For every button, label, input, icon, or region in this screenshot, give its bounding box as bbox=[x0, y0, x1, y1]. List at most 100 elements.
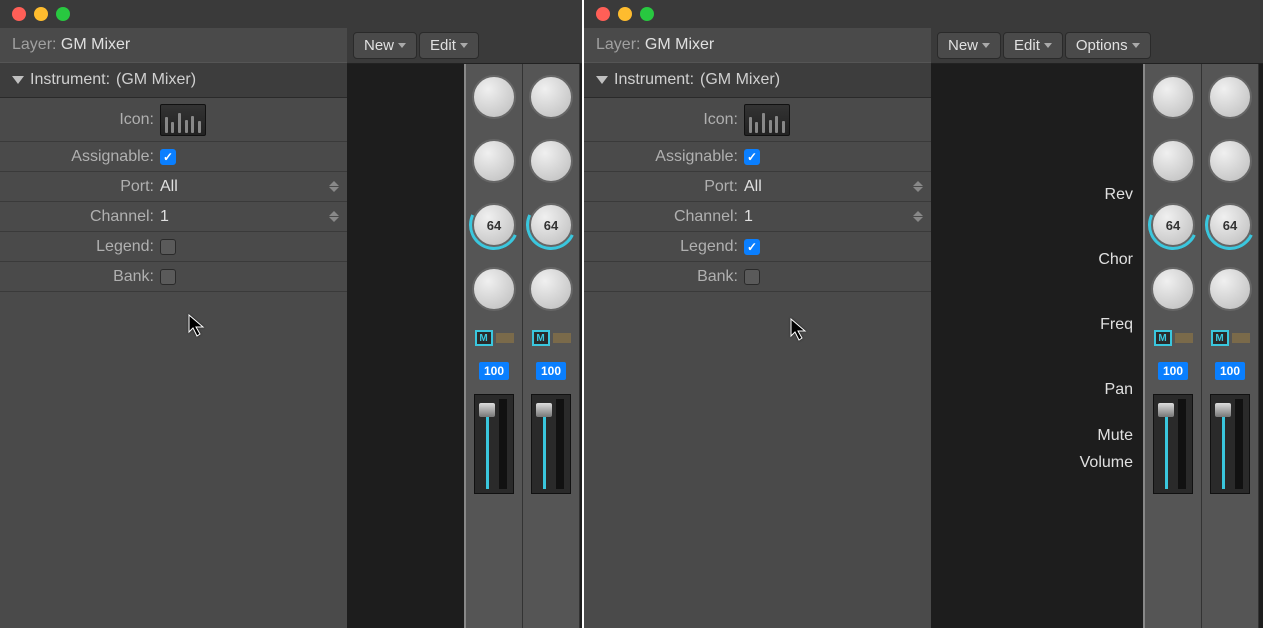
new-menu[interactable]: New bbox=[353, 32, 417, 59]
channel-label: Channel: bbox=[0, 208, 160, 226]
volume-value[interactable]: 100 bbox=[536, 362, 566, 380]
instrument-section-header[interactable]: Instrument: (GM Mixer) bbox=[584, 62, 931, 98]
layer-row: Layer: GM Mixer bbox=[584, 28, 931, 62]
stepper-icon[interactable] bbox=[913, 181, 923, 192]
volume-fader[interactable] bbox=[531, 394, 571, 494]
edit-menu[interactable]: Edit bbox=[1003, 32, 1063, 59]
assignable-label: Assignable: bbox=[0, 148, 160, 166]
bank-checkbox[interactable] bbox=[160, 269, 176, 285]
assignable-row: Assignable: bbox=[584, 142, 931, 172]
layer-row: Layer: GM Mixer bbox=[0, 28, 347, 62]
port-label: Port: bbox=[584, 178, 744, 196]
channel-row: Channel: 1 bbox=[584, 202, 931, 232]
mute-button[interactable]: M bbox=[1154, 330, 1172, 346]
chevron-down-icon bbox=[460, 43, 468, 48]
chevron-down-icon bbox=[1132, 43, 1140, 48]
volume-fader[interactable] bbox=[1210, 394, 1250, 494]
legend-checkbox[interactable] bbox=[160, 239, 176, 255]
port-label: Port: bbox=[0, 178, 160, 196]
assignable-checkbox[interactable] bbox=[744, 149, 760, 165]
solo-button[interactable] bbox=[1175, 333, 1193, 343]
legend-volume: Volume bbox=[1043, 450, 1143, 490]
chor-knob[interactable] bbox=[526, 136, 576, 186]
disclosure-triangle-icon bbox=[12, 76, 24, 84]
solo-button[interactable] bbox=[1232, 333, 1250, 343]
port-value[interactable]: All bbox=[160, 178, 347, 196]
window-close-button[interactable] bbox=[596, 7, 610, 21]
mixer-viewport: Rev Chor Freq Pan Mute Volume 64 M 100 bbox=[1043, 64, 1263, 628]
channel-value[interactable]: 1 bbox=[744, 208, 931, 226]
legend-label: Legend: bbox=[584, 238, 744, 256]
chor-knob[interactable] bbox=[469, 136, 519, 186]
channel-strip: 64 M 100 bbox=[523, 64, 580, 628]
layer-value: GM Mixer bbox=[61, 36, 130, 53]
layer-label: Layer: bbox=[12, 36, 56, 53]
pan-knob[interactable] bbox=[526, 264, 576, 314]
window-minimize-button[interactable] bbox=[618, 7, 632, 21]
icon-label: Icon: bbox=[0, 111, 160, 129]
pan-knob[interactable] bbox=[1148, 264, 1198, 314]
bank-checkbox[interactable] bbox=[744, 269, 760, 285]
legend-column: Rev Chor Freq Pan Mute Volume bbox=[1043, 64, 1143, 628]
port-value[interactable]: All bbox=[744, 178, 931, 196]
bank-row: Bank: bbox=[0, 262, 347, 292]
legend-label: Legend: bbox=[0, 238, 160, 256]
mute-button[interactable]: M bbox=[475, 330, 493, 346]
options-menu[interactable]: Options bbox=[1065, 32, 1151, 59]
legend-checkbox[interactable] bbox=[744, 239, 760, 255]
window-zoom-button[interactable] bbox=[56, 7, 70, 21]
window-zoom-button[interactable] bbox=[640, 7, 654, 21]
volume-value[interactable]: 100 bbox=[1215, 362, 1245, 380]
freq-knob[interactable]: 64 bbox=[1205, 200, 1255, 250]
volume-fader[interactable] bbox=[1153, 394, 1193, 494]
mute-button[interactable]: M bbox=[1211, 330, 1229, 346]
inspector-sidebar: Layer: GM Mixer Instrument: (GM Mixer) I… bbox=[0, 28, 347, 628]
chor-knob[interactable] bbox=[1148, 136, 1198, 186]
legend-freq: Freq bbox=[1043, 292, 1143, 357]
rev-knob[interactable] bbox=[1205, 72, 1255, 122]
stepper-icon[interactable] bbox=[329, 181, 339, 192]
icon-label: Icon: bbox=[584, 111, 744, 129]
mixer-viewport: 64 M 100 64 M 100 bbox=[464, 64, 582, 628]
rev-knob[interactable] bbox=[1148, 72, 1198, 122]
toolbar: New Edit Options bbox=[931, 28, 1263, 64]
stepper-icon[interactable] bbox=[913, 211, 923, 222]
window-left: Layer: GM Mixer Instrument: (GM Mixer) I… bbox=[0, 0, 584, 628]
solo-button[interactable] bbox=[496, 333, 514, 343]
freq-knob[interactable]: 64 bbox=[469, 200, 519, 250]
edit-menu[interactable]: Edit bbox=[419, 32, 479, 59]
chevron-down-icon bbox=[1044, 43, 1052, 48]
bank-label: Bank: bbox=[0, 268, 160, 286]
new-menu[interactable]: New bbox=[937, 32, 1001, 59]
window-body: Layer: GM Mixer Instrument: (GM Mixer) I… bbox=[0, 28, 582, 628]
assignable-checkbox[interactable] bbox=[160, 149, 176, 165]
volume-value[interactable]: 100 bbox=[1158, 362, 1188, 380]
port-row: Port: All bbox=[0, 172, 347, 202]
channel-value[interactable]: 1 bbox=[160, 208, 347, 226]
chor-knob[interactable] bbox=[1205, 136, 1255, 186]
mixer-icon[interactable] bbox=[744, 104, 790, 136]
instrument-section-header[interactable]: Instrument: (GM Mixer) bbox=[0, 62, 347, 98]
volume-fader[interactable] bbox=[474, 394, 514, 494]
rev-knob[interactable] bbox=[526, 72, 576, 122]
window-minimize-button[interactable] bbox=[34, 7, 48, 21]
disclosure-triangle-icon bbox=[596, 76, 608, 84]
window-close-button[interactable] bbox=[12, 7, 26, 21]
legend-rev: Rev bbox=[1043, 162, 1143, 227]
pan-knob[interactable] bbox=[1205, 264, 1255, 314]
chevron-down-icon bbox=[398, 43, 406, 48]
solo-button[interactable] bbox=[553, 333, 571, 343]
main-area: New Edit 64 M 100 bbox=[347, 28, 582, 628]
mute-button[interactable]: M bbox=[532, 330, 550, 346]
volume-value[interactable]: 100 bbox=[479, 362, 509, 380]
channel-label: Channel: bbox=[584, 208, 744, 226]
rev-knob[interactable] bbox=[469, 72, 519, 122]
instrument-label: Instrument: bbox=[30, 71, 110, 89]
freq-knob[interactable]: 64 bbox=[526, 200, 576, 250]
instrument-label: Instrument: bbox=[614, 71, 694, 89]
pan-knob[interactable] bbox=[469, 264, 519, 314]
titlebar bbox=[584, 0, 1263, 28]
freq-knob[interactable]: 64 bbox=[1148, 200, 1198, 250]
stepper-icon[interactable] bbox=[329, 211, 339, 222]
mixer-icon[interactable] bbox=[160, 104, 206, 136]
